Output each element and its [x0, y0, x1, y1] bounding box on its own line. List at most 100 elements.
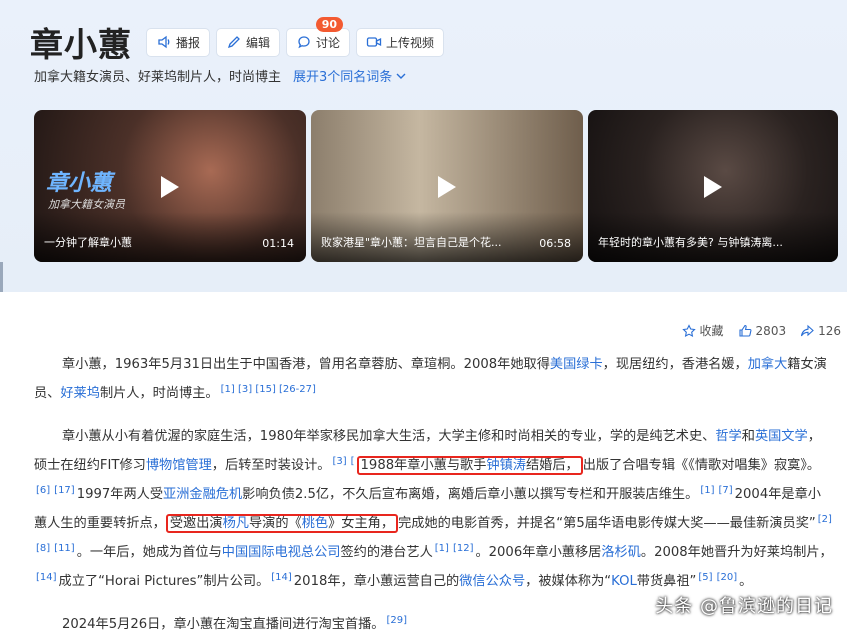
text: 出版了合唱专辑《《情歌对唱集》寂寞》。 [582, 458, 821, 473]
edit-button[interactable]: 编辑 [216, 27, 281, 57]
like-button[interactable]: 2803 [738, 323, 787, 338]
video-title: 一分钟了解章小蕙 [44, 236, 132, 249]
play-icon [159, 174, 181, 204]
entry-toolbar: 播报 编辑 讨论 90 上传视频 [146, 16, 445, 57]
citation[interactable]: [3] [332, 456, 346, 467]
citation[interactable]: [6] [36, 485, 50, 496]
text: 1997年两人受 [76, 487, 164, 502]
text: 。2008年她晋升为好莱坞制片， [640, 545, 833, 560]
upload-video-label: 上传视频 [386, 35, 435, 50]
citation[interactable]: [1] [700, 485, 714, 496]
video-card[interactable]: 败家港星"章小蕙：坦言自己是个花... 06:58 [311, 110, 583, 262]
report-button[interactable]: 播报 [146, 27, 211, 57]
text: ，被媒体称为“ [525, 574, 612, 589]
link-canada[interactable]: 加拿大 [748, 357, 788, 372]
text: 》女主角， [328, 516, 395, 531]
discuss-count-badge: 90 [315, 16, 344, 32]
text: 制片人，时尚博主。 [99, 386, 219, 401]
citation[interactable]: [8] [36, 543, 50, 554]
citation[interactable]: [11] [54, 543, 75, 554]
citation[interactable]: [14] [271, 572, 292, 583]
star-icon [681, 323, 696, 338]
highlight-box-film-role: 受邀出演杨凡导演的《桃色》女主角， [165, 514, 399, 533]
chat-bubble-icon [296, 34, 312, 50]
citation[interactable]: [ [351, 456, 355, 467]
share-button[interactable]: 126 [800, 324, 841, 338]
title-row: 章小蕙 播报 编辑 讨论 90 上传视频 [30, 16, 445, 66]
chevron-down-icon [396, 72, 406, 80]
video-carousel: 章小蕙 加拿大籍女演员 一分钟了解章小蕙 01:14 败家港星"章小蕙：坦言自己… [34, 110, 838, 262]
link-museum-management[interactable]: 博物馆管理 [146, 458, 212, 473]
video-card[interactable]: 章小蕙 加拿大籍女演员 一分钟了解章小蕙 01:14 [34, 110, 306, 262]
video-title: 年轻时的章小蕙有多美? 与钟镇涛离... [598, 236, 783, 249]
favorite-label: 收藏 [699, 324, 724, 338]
discuss-button[interactable]: 讨论 90 [286, 16, 351, 57]
citation[interactable]: [29] [386, 615, 407, 626]
link-green-card[interactable]: 美国绿卡 [550, 357, 603, 372]
entry-subtitle-row: 加拿大籍女演员、好莱坞制片人，时尚博主 展开3个同名词条 [34, 66, 406, 85]
share-count: 126 [818, 323, 841, 338]
speaker-icon [156, 34, 172, 50]
favorite-button[interactable]: 收藏 [681, 322, 724, 339]
text: 导演的《 [249, 516, 302, 531]
video-overlay-subtitle: 加拿大籍女演员 [48, 198, 125, 211]
link-peony-pavilion[interactable]: 桃色 [302, 516, 328, 531]
video-duration: 06:58 [539, 237, 571, 250]
link-chung-chun-to[interactable]: 钟镇涛 [486, 458, 526, 473]
upload-video-button[interactable]: 上传视频 [356, 27, 445, 57]
text: 1988年章小蕙与歌手 [360, 458, 487, 473]
citation[interactable]: [20] [717, 572, 738, 583]
citation[interactable]: [17] [54, 485, 75, 496]
citation[interactable]: [14] [36, 572, 57, 583]
link-wechat-official-account[interactable]: 微信公众号 [459, 574, 525, 589]
text: 。2006年章小蕙移居 [475, 545, 602, 560]
video-duration: 01:14 [262, 237, 294, 250]
expand-same-name-link[interactable]: 展开3个同名词条 [293, 66, 406, 85]
source-watermark: 头条 @鲁滨逊的日记 [655, 596, 833, 617]
text: 章小蕙，1963年5月31日出生于中国香港，曾用名章蓉肪、章瑄桐。2008年她取… [62, 357, 550, 372]
link-hollywood[interactable]: 好莱坞 [60, 386, 100, 401]
link-citvc[interactable]: 中国国际电视总公司 [222, 545, 341, 560]
citation[interactable]: [2] [818, 514, 832, 525]
citation[interactable]: [1] [435, 543, 449, 554]
text: 结婚后， [525, 458, 579, 473]
citation[interactable]: [12] [453, 543, 474, 554]
share-icon [800, 324, 814, 338]
video-overlay-name: 章小蕙 [46, 171, 113, 196]
text: 章小蕙从小有着优渥的家庭生活，1980年举家移民加拿大生活，大学主修和时尚相关的… [62, 429, 716, 444]
text: 成立了“Horai Pictures”制片公司。 [58, 574, 270, 589]
text: 2024年5月26日，章小蕙在淘宝直播间进行淘宝首播。 [62, 617, 385, 632]
edit-label: 编辑 [246, 35, 271, 50]
entry-subtitle: 加拿大籍女演员、好莱坞制片人，时尚博主 [34, 70, 282, 85]
text: 影响负债2.5亿，不久后宣布离婚，离婚后章小蕙以撰写专栏和开服装店维生。 [242, 487, 699, 502]
pencil-icon [226, 34, 242, 50]
video-camera-icon [366, 34, 382, 50]
link-kol[interactable]: KOL [611, 574, 637, 589]
entry-title: 章小蕙 [30, 25, 132, 64]
entry-actions: 收藏 2803 126 [681, 322, 841, 339]
citation[interactable]: [1] [3] [15] [26-27] [221, 384, 316, 395]
citation[interactable]: [7] [718, 485, 732, 496]
link-los-angeles[interactable]: 洛杉矶 [601, 545, 641, 560]
text: 和 [741, 429, 755, 444]
link-philosophy[interactable]: 哲学 [715, 429, 741, 444]
link-asian-financial-crisis[interactable]: 亚洲金融危机 [163, 487, 242, 502]
discuss-label: 讨论 [316, 35, 341, 50]
text: ，后转至时装设计。 [211, 458, 331, 473]
text: ，现居纽约，香港名媛， [602, 357, 748, 372]
video-title: 败家港星"章小蕙：坦言自己是个花... [321, 236, 502, 249]
video-card[interactable]: 年轻时的章小蕙有多美? 与钟镇涛离... [588, 110, 838, 262]
expand-label: 展开3个同名词条 [293, 70, 393, 85]
report-label: 播报 [176, 35, 201, 50]
scroll-indicator [0, 262, 3, 292]
citation[interactable]: [5] [698, 572, 712, 583]
play-icon [702, 174, 724, 204]
paragraph-career: 章小蕙从小有着优渥的家庭生活，1980年举家移民加拿大生活，大学主修和时尚相关的… [34, 422, 834, 596]
link-english-literature[interactable]: 英国文学 [755, 429, 808, 444]
text: 。一年后，她成为首位与 [76, 545, 222, 560]
thumbs-up-icon [738, 324, 752, 338]
like-count: 2803 [755, 323, 787, 338]
text: 签约的港台艺人 [340, 545, 433, 560]
text: 完成她的电影首秀，并提名“第5届华语电影传媒大奖——最佳新演员奖” [398, 516, 816, 531]
link-yonfan[interactable]: 杨凡 [223, 516, 249, 531]
